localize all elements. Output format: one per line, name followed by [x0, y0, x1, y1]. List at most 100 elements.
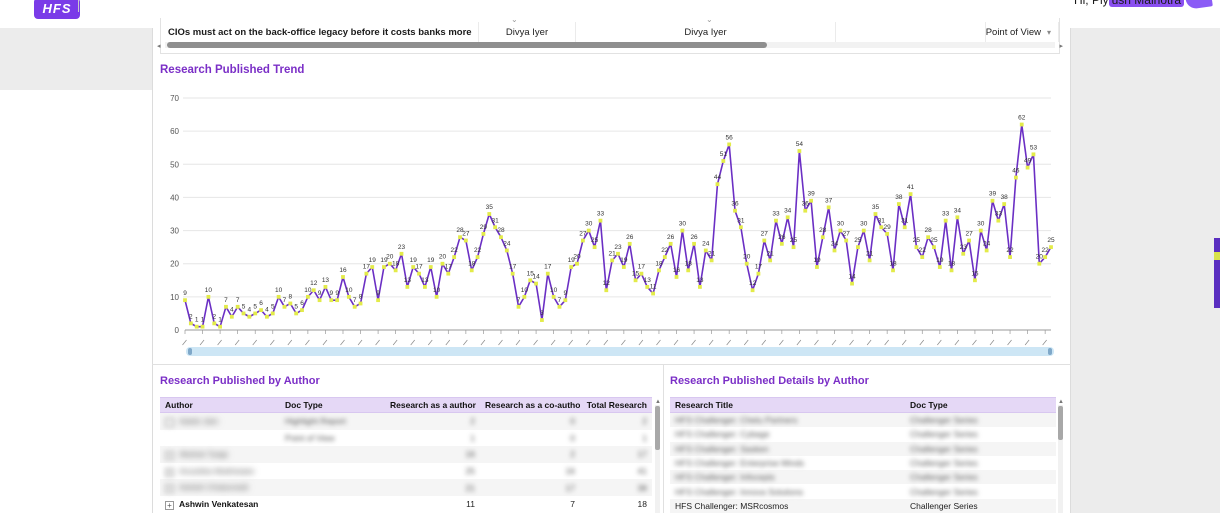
- svg-text:17: 17: [755, 264, 763, 271]
- svg-text:16: 16: [339, 267, 347, 274]
- author-table-row[interactable]: − Aalok Jain Highlight Report 2 0 2: [160, 413, 652, 430]
- svg-text:21: 21: [767, 250, 775, 257]
- svg-text:6: 6: [300, 300, 304, 307]
- svg-text:7: 7: [236, 297, 240, 304]
- col-research-author[interactable]: Research as a author: [385, 400, 480, 410]
- expand-toggle-icon[interactable]: +: [165, 467, 174, 477]
- scroll-right-icon[interactable]: ▸: [1059, 42, 1063, 50]
- svg-text:21: 21: [866, 250, 874, 257]
- col-author[interactable]: Author: [160, 400, 280, 410]
- svg-text:31: 31: [492, 217, 500, 224]
- svg-text:41: 41: [907, 184, 915, 191]
- svg-text:17: 17: [445, 264, 453, 271]
- expand-toggle-icon[interactable]: +: [165, 450, 174, 460]
- svg-text:56: 56: [726, 134, 734, 141]
- svg-text:18: 18: [889, 260, 897, 267]
- col-research-title[interactable]: Research Title: [670, 400, 905, 410]
- horizontal-scrollbar-thumb[interactable]: [167, 42, 767, 48]
- svg-text:62: 62: [1018, 115, 1026, 122]
- svg-text:20: 20: [743, 254, 751, 261]
- details-table-row[interactable]: HFS Challenger: Cybage Challenger Series: [670, 427, 1056, 441]
- svg-text:4: 4: [230, 307, 234, 314]
- svg-text:24: 24: [702, 240, 710, 247]
- svg-text:39: 39: [989, 191, 997, 198]
- empty-cell: [836, 22, 986, 42]
- svg-text:33: 33: [995, 211, 1003, 218]
- research-title-cell[interactable]: CIOs must act on the back-office legacy …: [161, 22, 479, 42]
- author-table-row[interactable]: + Anushka Mukherjee 25 16 41: [160, 463, 652, 480]
- col-total-research[interactable]: Total Research: [580, 400, 652, 410]
- svg-text:5: 5: [294, 303, 298, 310]
- svg-text:28: 28: [819, 227, 827, 234]
- svg-text:36: 36: [731, 201, 739, 208]
- svg-text:22: 22: [1006, 247, 1014, 254]
- expand-toggle-icon[interactable]: +: [165, 484, 174, 494]
- svg-text:10: 10: [170, 293, 179, 302]
- svg-text:34: 34: [784, 207, 792, 214]
- page-scrollbar-thumb[interactable]: [1214, 238, 1220, 308]
- svg-text:37: 37: [825, 197, 833, 204]
- expand-toggle-icon[interactable]: −: [165, 417, 174, 427]
- doc-type-cell[interactable]: Point of View ▾: [986, 22, 1059, 42]
- svg-text:17: 17: [638, 264, 646, 271]
- author-table-row[interactable]: Point of View 1 0 1: [160, 430, 652, 447]
- details-table-row[interactable]: HFS Challenger: Sasken Challenger Series: [670, 441, 1056, 456]
- author-table-row[interactable]: + Akshat Tyagi 16 2 17: [160, 446, 652, 463]
- user-greeting[interactable]: Hi, Piy ush Malhotra: [1074, 0, 1184, 9]
- svg-text:24: 24: [983, 240, 991, 247]
- hfs-logo[interactable]: HFS: [34, 0, 80, 19]
- dropdown-caret-icon[interactable]: ▾: [1047, 28, 1051, 37]
- svg-text:10: 10: [304, 287, 312, 294]
- svg-text:31: 31: [737, 217, 745, 224]
- svg-text:1: 1: [218, 317, 222, 324]
- slider-right-handle[interactable]: [1048, 348, 1052, 355]
- svg-text:12: 12: [749, 280, 757, 287]
- greeting-name-highlight: ush Malhotra: [1108, 0, 1184, 7]
- svg-text:25: 25: [854, 237, 862, 244]
- col-doc-type[interactable]: Doc Type: [905, 400, 1056, 410]
- chart-title: Research Published Trend: [160, 64, 305, 76]
- svg-text:30: 30: [977, 221, 985, 228]
- scroll-left-icon[interactable]: ◂: [157, 42, 161, 50]
- details-table-row[interactable]: HFS Challenger: Enterprise Minds Challen…: [670, 456, 1056, 470]
- svg-text:7: 7: [558, 297, 562, 304]
- svg-text:10: 10: [433, 287, 441, 294]
- svg-text:20: 20: [1036, 254, 1044, 261]
- table-row[interactable]: CIOs must act on the back-office legacy …: [161, 22, 1059, 42]
- svg-text:27: 27: [965, 231, 973, 238]
- col-doc-type[interactable]: Doc Type: [280, 400, 385, 410]
- details-table-row[interactable]: HFS Challenger: MSRcosmos Challenger Ser…: [670, 498, 1056, 513]
- svg-text:12: 12: [603, 280, 611, 287]
- svg-text:44: 44: [714, 174, 722, 181]
- svg-text:13: 13: [696, 277, 704, 284]
- details-table-row[interactable]: HFS Challenger: Innova Solutions Challen…: [670, 484, 1056, 498]
- author-table-row[interactable]: + Ashish Chaturvedi 21 17 38: [160, 479, 652, 496]
- research-trend-line-chart[interactable]: 01020304050607092 1 1102 17475 4 5 64 5107 85 610…: [153, 92, 1059, 354]
- svg-text:70: 70: [170, 94, 179, 103]
- svg-text:25: 25: [930, 237, 938, 244]
- author-table-row[interactable]: + Ashwin Venkatesan 11 7 18: [160, 496, 652, 513]
- svg-text:26: 26: [667, 234, 675, 241]
- svg-text:40: 40: [170, 193, 179, 202]
- svg-text:8: 8: [289, 293, 293, 300]
- details-table-row[interactable]: HFS Challenger: Chetu Partners Challenge…: [670, 413, 1056, 428]
- svg-text:7: 7: [517, 297, 521, 304]
- svg-text:26: 26: [778, 234, 786, 241]
- svg-text:30: 30: [679, 221, 687, 228]
- svg-text:19: 19: [936, 257, 944, 264]
- svg-text:50: 50: [170, 160, 179, 169]
- svg-text:18: 18: [468, 260, 476, 267]
- svg-text:18: 18: [685, 260, 693, 267]
- author-table-scrollbar-thumb[interactable]: [655, 406, 660, 450]
- svg-text:23: 23: [960, 244, 968, 251]
- slider-left-handle[interactable]: [188, 348, 192, 355]
- details-table-row[interactable]: HFS Challenger: Infocepts Challenger Ser…: [670, 470, 1056, 485]
- page-scrollbar-marker: [1214, 252, 1220, 260]
- author-table-body: − Aalok Jain Highlight Report 2 0 2 Point…: [160, 413, 652, 513]
- details-table-scrollbar-thumb[interactable]: [1058, 406, 1063, 440]
- svg-text:22: 22: [919, 247, 927, 254]
- chart-range-slider-track[interactable]: [186, 347, 1054, 356]
- expand-toggle-icon[interactable]: +: [165, 500, 174, 510]
- svg-text:21: 21: [708, 250, 716, 257]
- col-research-coauthor[interactable]: Research as a co-author: [480, 400, 580, 410]
